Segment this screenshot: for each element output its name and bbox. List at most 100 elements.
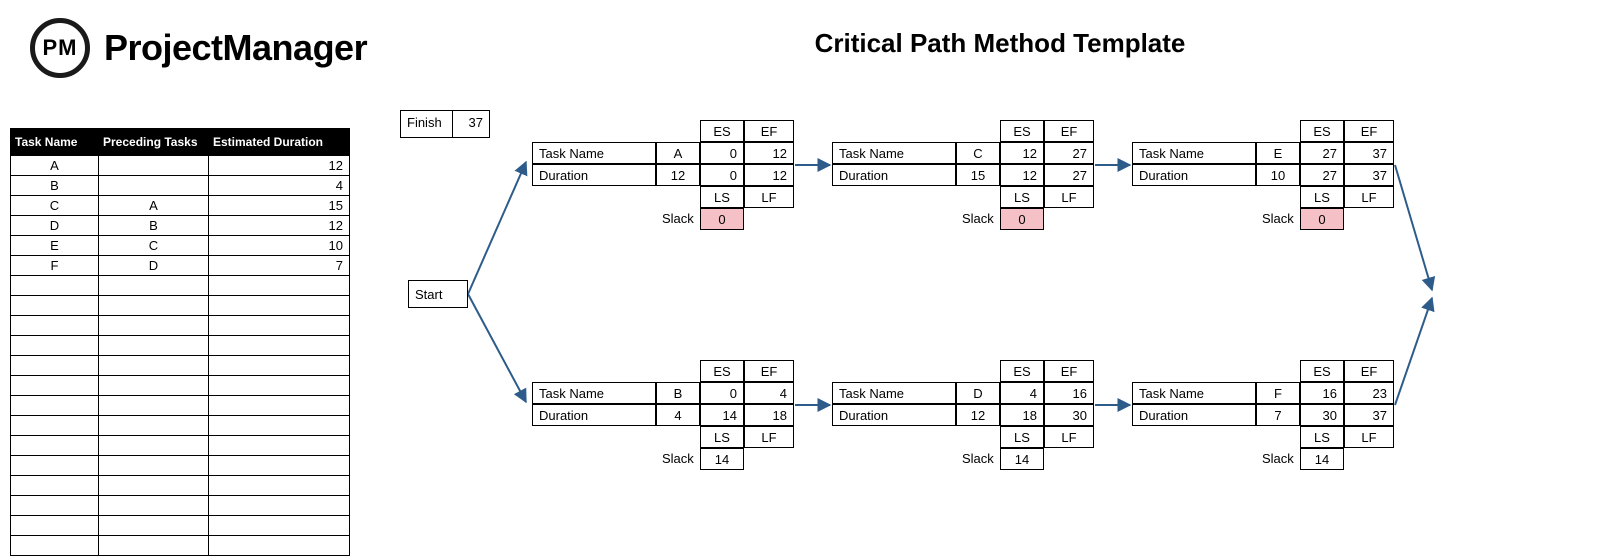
task-code: B: [656, 382, 700, 404]
ef-header: EF: [1044, 360, 1094, 382]
duration-value: 12: [956, 404, 1000, 426]
start-box: Start: [408, 280, 468, 308]
node-e: ES EF Task Name E 27 37 Duration 10 27 3…: [1132, 120, 1394, 230]
lf-value: 37: [1344, 404, 1394, 426]
table-row: [11, 496, 350, 516]
task-code: F: [1256, 382, 1300, 404]
table-row: EC10: [11, 236, 350, 256]
lf-value: 30: [1044, 404, 1094, 426]
duration-value: 4: [656, 404, 700, 426]
node-c: ES EF Task Name C 12 27 Duration 15 12 2…: [832, 120, 1094, 230]
th-dur: Estimated Duration: [209, 129, 350, 156]
table-row: [11, 436, 350, 456]
lf-value: 37: [1344, 164, 1394, 186]
ls-value: 30: [1300, 404, 1344, 426]
brand-name: ProjectManager: [104, 27, 367, 69]
table-row: [11, 376, 350, 396]
lf-header: LF: [1344, 186, 1394, 208]
table-row: [11, 276, 350, 296]
lf-header: LF: [1344, 426, 1394, 448]
ls-header: LS: [1000, 426, 1044, 448]
finish-value: 37: [453, 111, 489, 137]
es-value: 27: [1300, 142, 1344, 164]
task-name-label: Task Name: [832, 382, 956, 404]
ef-header: EF: [1044, 120, 1094, 142]
es-header: ES: [1000, 360, 1044, 382]
es-value: 12: [1000, 142, 1044, 164]
node-f: ES EF Task Name F 16 23 Duration 7 30 37…: [1132, 360, 1394, 470]
es-header: ES: [1000, 120, 1044, 142]
lf-header: LF: [744, 426, 794, 448]
ef-value: 37: [1344, 142, 1394, 164]
table-row: [11, 356, 350, 376]
slack-value: 14: [1300, 448, 1344, 470]
table-row: [11, 296, 350, 316]
node-b: ES EF Task Name B 0 4 Duration 4 14 18 L…: [532, 360, 794, 470]
task-name-label: Task Name: [832, 142, 956, 164]
table-row: [11, 316, 350, 336]
finish-box: Finish 37: [400, 110, 490, 138]
ls-header: LS: [700, 186, 744, 208]
es-header: ES: [1300, 360, 1344, 382]
table-row: A12: [11, 156, 350, 176]
duration-label: Duration: [832, 404, 956, 426]
task-name-label: Task Name: [1132, 382, 1256, 404]
table-row: [11, 516, 350, 536]
slack-label: Slack: [1256, 448, 1300, 470]
ls-value: 14: [700, 404, 744, 426]
task-table: Task Name Preceding Tasks Estimated Dura…: [10, 128, 350, 556]
ls-header: LS: [1300, 426, 1344, 448]
table-row: [11, 416, 350, 436]
slack-value: 0: [1000, 208, 1044, 230]
ef-header: EF: [744, 120, 794, 142]
duration-value: 7: [1256, 404, 1300, 426]
slack-value: 14: [700, 448, 744, 470]
ls-value: 27: [1300, 164, 1344, 186]
logo-icon: PM: [30, 18, 90, 78]
duration-value: 10: [1256, 164, 1300, 186]
es-value: 0: [700, 142, 744, 164]
cpm-diagram: Start ES EF Task Name A 0 12 Duration 12…: [400, 110, 1580, 530]
duration-label: Duration: [1132, 404, 1256, 426]
table-row: [11, 536, 350, 556]
lf-header: LF: [1044, 426, 1094, 448]
slack-label: Slack: [956, 208, 1000, 230]
es-header: ES: [700, 360, 744, 382]
task-name-label: Task Name: [532, 142, 656, 164]
header: PM ProjectManager: [30, 18, 367, 78]
slack-label: Slack: [656, 208, 700, 230]
slack-label: Slack: [656, 448, 700, 470]
th-pred: Preceding Tasks: [99, 129, 209, 156]
task-code: C: [956, 142, 1000, 164]
table-row: CA15: [11, 196, 350, 216]
table-row: FD7: [11, 256, 350, 276]
start-label: Start: [415, 287, 442, 302]
slack-value: 14: [1000, 448, 1044, 470]
slack-value: 0: [700, 208, 744, 230]
task-code: A: [656, 142, 700, 164]
ls-header: LS: [1300, 186, 1344, 208]
task-code: D: [956, 382, 1000, 404]
ef-header: EF: [1344, 120, 1394, 142]
lf-header: LF: [744, 186, 794, 208]
ef-header: EF: [744, 360, 794, 382]
task-code: E: [1256, 142, 1300, 164]
ef-value: 27: [1044, 142, 1094, 164]
lf-value: 18: [744, 404, 794, 426]
ls-value: 0: [700, 164, 744, 186]
table-row: [11, 336, 350, 356]
duration-label: Duration: [1132, 164, 1256, 186]
es-value: 0: [700, 382, 744, 404]
duration-label: Duration: [532, 164, 656, 186]
es-value: 4: [1000, 382, 1044, 404]
finish-label: Finish: [401, 111, 453, 137]
duration-label: Duration: [532, 404, 656, 426]
slack-value: 0: [1300, 208, 1344, 230]
table-row: B4: [11, 176, 350, 196]
ef-value: 16: [1044, 382, 1094, 404]
duration-label: Duration: [832, 164, 956, 186]
node-d: ES EF Task Name D 4 16 Duration 12 18 30…: [832, 360, 1094, 470]
table-row: DB12: [11, 216, 350, 236]
es-header: ES: [700, 120, 744, 142]
es-header: ES: [1300, 120, 1344, 142]
